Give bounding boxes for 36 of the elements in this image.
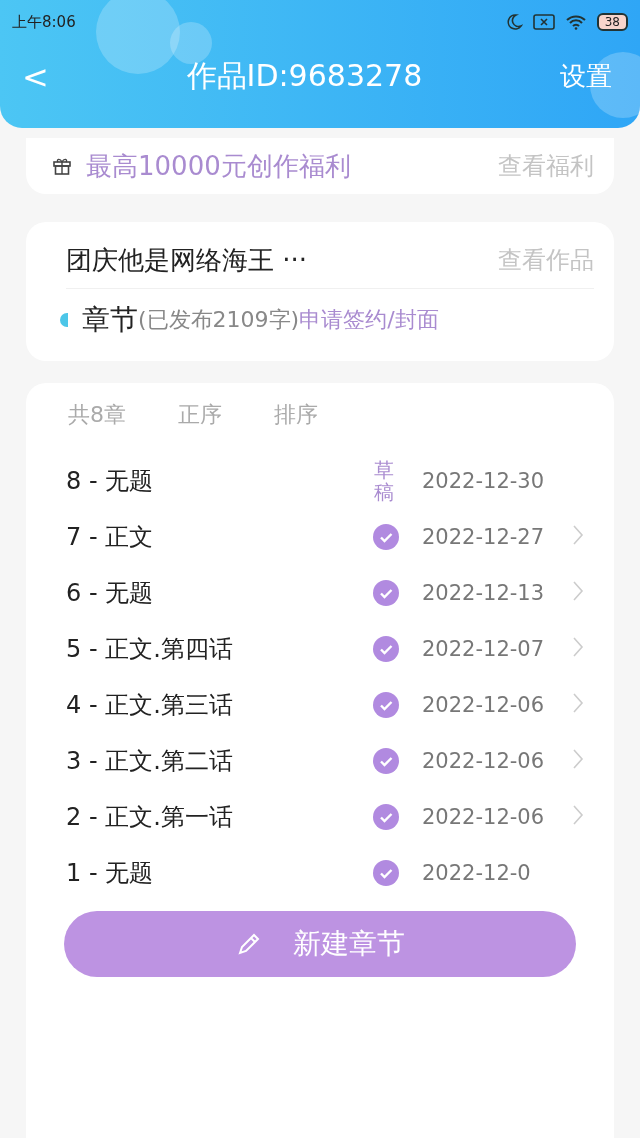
page-title: 作品ID:9683278 xyxy=(186,57,423,95)
moon-icon xyxy=(504,13,523,31)
chapter-date: 2022-12-07 xyxy=(421,637,546,661)
battery-level: 38 xyxy=(596,13,628,31)
chevron-icon[interactable] xyxy=(572,804,584,826)
chapter-title[interactable]: 2 - 正文.第一话 xyxy=(26,801,356,833)
chevron-icon[interactable] xyxy=(572,748,584,770)
chapter-title[interactable]: 4 - 正文.第三话 xyxy=(26,689,356,721)
chapter-title[interactable]: 5 - 正文.第四话 xyxy=(26,633,356,665)
gift-icon xyxy=(52,156,72,176)
chapter-count: 共8章 xyxy=(68,401,126,429)
chapter-date: 2022-12-06 xyxy=(421,693,546,717)
section-marker xyxy=(60,313,68,327)
chevron-icon[interactable] xyxy=(572,636,584,658)
draft-label: 草稿 xyxy=(374,459,395,503)
chapter-title[interactable]: 7 - 正文 xyxy=(26,521,356,553)
chapter-title[interactable]: 6 - 无题 xyxy=(26,577,356,609)
chapter-title[interactable]: 1 - 无题 xyxy=(26,857,356,889)
work-title: 团庆他是网络海王 ··· xyxy=(66,243,308,277)
sim-icon xyxy=(532,14,555,30)
section-label: 章节 xyxy=(82,302,138,338)
chevron-icon[interactable] xyxy=(572,692,584,714)
wifi-icon xyxy=(564,14,587,30)
benefit-text: 最高10000元创作福利 xyxy=(86,149,352,183)
chevron-icon[interactable] xyxy=(572,524,584,546)
chapter-date: 2022-12-27 xyxy=(421,525,546,549)
chapter-date: 2022-12-0 xyxy=(421,861,532,885)
chapter-date: 2022-12-13 xyxy=(421,581,546,605)
chevron-icon[interactable] xyxy=(572,580,584,602)
chapter-title[interactable]: 3 - 正文.第二话 xyxy=(26,745,356,777)
chapter-title[interactable]: 8 - 无题 xyxy=(26,465,356,497)
published-count: (已发布2109字) xyxy=(138,306,300,334)
chapter-date: 2022-12-30 xyxy=(421,469,546,493)
chapter-date: 2022-12-06 xyxy=(421,805,546,829)
status-time: 上午8:06 xyxy=(12,12,76,32)
chapter-date: 2022-12-06 xyxy=(421,749,546,773)
